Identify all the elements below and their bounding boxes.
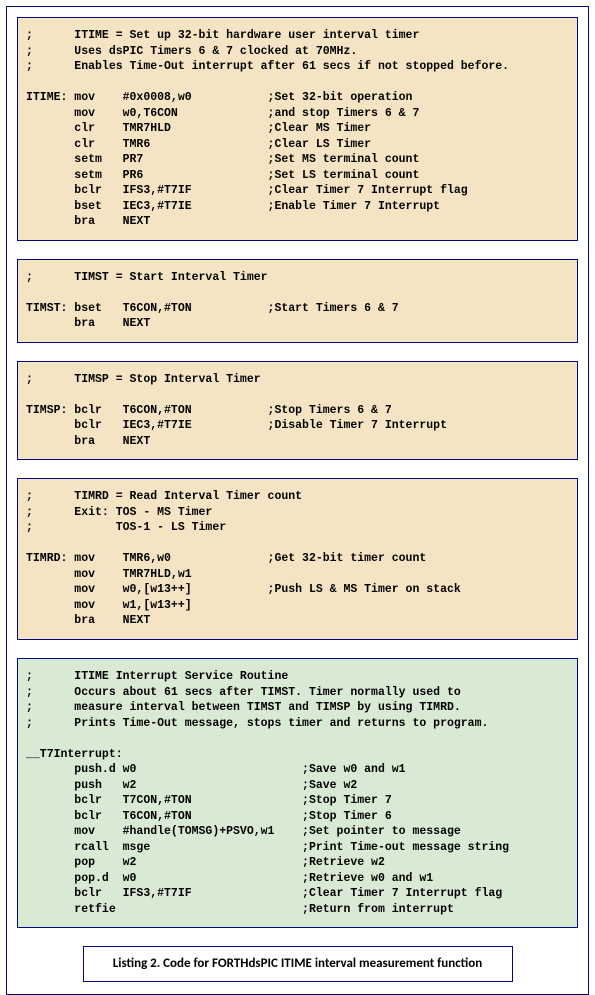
- listing-frame: ; ITIME = Set up 32-bit hardware user in…: [6, 6, 589, 995]
- code-block-timsp: ; TIMSP = Stop Interval Timer TIMSP: bcl…: [17, 361, 578, 461]
- code-block-timst: ; TIMST = Start Interval Timer TIMST: bs…: [17, 259, 578, 343]
- code-block-isr: ; ITIME Interrupt Service Routine ; Occu…: [17, 658, 578, 928]
- code-block-itime: ; ITIME = Set up 32-bit hardware user in…: [17, 17, 578, 241]
- listing-caption: Listing 2. Code for FORTHdsPIC ITIME int…: [83, 946, 513, 982]
- code-block-timrd: ; TIMRD = Read Interval Timer count ; Ex…: [17, 478, 578, 640]
